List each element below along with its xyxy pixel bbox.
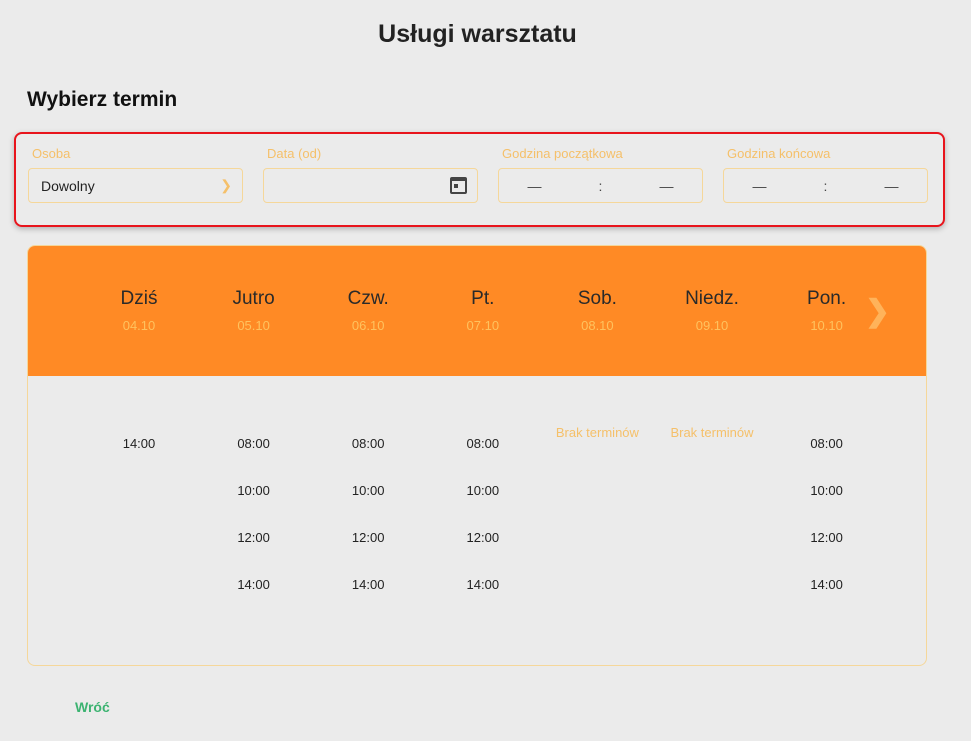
filters-panel: Osoba Dowolny ❯ Data (od) Godzina począt… (14, 132, 945, 227)
time-slot[interactable]: 08:00 (313, 436, 423, 483)
time-slot[interactable]: 10:00 (313, 483, 423, 530)
day-header: Niedz. 09.10 (657, 288, 767, 333)
time-slot[interactable]: 08:00 (428, 436, 538, 483)
time-slot[interactable]: 14:00 (199, 577, 309, 624)
end-hour[interactable]: — (753, 178, 767, 194)
page-title: Usługi warsztatu (378, 20, 577, 48)
time-slot[interactable]: 12:00 (772, 530, 882, 577)
time-slot[interactable]: 10:00 (772, 483, 882, 530)
time-slot[interactable]: 12:00 (199, 530, 309, 577)
time-slot[interactable]: 08:00 (772, 436, 882, 483)
day-header: Pon. 10.10 (772, 288, 882, 333)
end-time-input[interactable]: — : — (723, 168, 928, 203)
day-column: Brak terminów (542, 425, 652, 440)
day-column: 08:00 10:00 12:00 14:00 (199, 436, 309, 624)
day-date: 09.10 (695, 318, 729, 333)
end-minute[interactable]: — (884, 178, 898, 194)
person-field: Osoba Dowolny ❯ (28, 146, 243, 203)
person-value: Dowolny (41, 177, 95, 194)
start-minute[interactable]: — (659, 178, 673, 194)
day-column: 08:00 10:00 12:00 14:00 (772, 436, 882, 624)
date-field: Data (od) (263, 146, 478, 203)
person-label: Osoba (32, 146, 71, 161)
day-name: Sob. (577, 288, 617, 309)
calendar-header: ❯ Dziś 04.10 Jutro 05.10 Czw. 06.10 Pt. 07.10 So… (28, 246, 926, 376)
start-time-label: Godzina początkowa (502, 146, 623, 161)
person-select[interactable]: Dowolny ❯ (28, 168, 243, 203)
day-column: 14:00 (84, 436, 194, 483)
time-slot[interactable]: 14:00 (772, 577, 882, 624)
day-date: 10.10 (810, 318, 843, 333)
day-date: 06.10 (351, 318, 385, 333)
calendar-card: ❯ Dziś 04.10 Jutro 05.10 Czw. 06.10 Pt. 07.10 So… (27, 245, 927, 666)
start-time-field: Godzina początkowa — : — (498, 146, 703, 203)
day-name: Pt. (471, 288, 495, 309)
date-label: Data (od) (267, 146, 322, 161)
day-column: 08:00 10:00 12:00 14:00 (313, 436, 423, 624)
time-slot[interactable]: 10:00 (199, 483, 309, 530)
time-slot[interactable]: 10:00 (428, 483, 538, 530)
day-name: Jutro (232, 288, 275, 309)
day-name: Czw. (347, 288, 389, 309)
day-date: 08.10 (581, 318, 614, 333)
time-slot[interactable]: 08:00 (199, 436, 309, 483)
no-slots-text: Brak terminów (670, 425, 754, 440)
time-slot[interactable]: 12:00 (428, 530, 538, 577)
date-input[interactable] (263, 168, 478, 203)
end-time-label: Godzina końcowa (727, 146, 831, 161)
day-header: Sob. 08.10 (542, 288, 652, 333)
time-slot[interactable]: 14:00 (428, 577, 538, 624)
time-slot[interactable]: 14:00 (313, 577, 423, 624)
no-slots-text: Brak terminów (555, 425, 639, 440)
start-time-input[interactable]: — : — (498, 168, 703, 203)
day-header: Jutro 05.10 (199, 288, 309, 333)
back-link[interactable]: Wróć (75, 699, 110, 715)
start-hour[interactable]: — (528, 178, 542, 194)
time-slot[interactable]: 14:00 (84, 436, 194, 483)
day-column: Brak terminów (657, 425, 767, 440)
day-header: Pt. 07.10 (428, 288, 538, 333)
day-date: 05.10 (237, 318, 270, 333)
day-name: Pon. (807, 288, 847, 309)
day-header: Czw. 06.10 (313, 288, 423, 333)
day-name: Dziś (120, 288, 158, 309)
section-title: Wybierz termin (27, 88, 178, 111)
day-date: 04.10 (122, 318, 156, 333)
day-column: 08:00 10:00 12:00 14:00 (428, 436, 538, 624)
calendar-icon[interactable] (450, 177, 467, 194)
end-time-field: Godzina końcowa — : — (723, 146, 928, 203)
day-date: 07.10 (466, 318, 500, 333)
day-header: Dziś 04.10 (84, 288, 194, 333)
chevron-down-icon: ❯ (220, 177, 232, 193)
time-slot[interactable]: 12:00 (313, 530, 423, 577)
day-name: Niedz. (685, 288, 739, 309)
